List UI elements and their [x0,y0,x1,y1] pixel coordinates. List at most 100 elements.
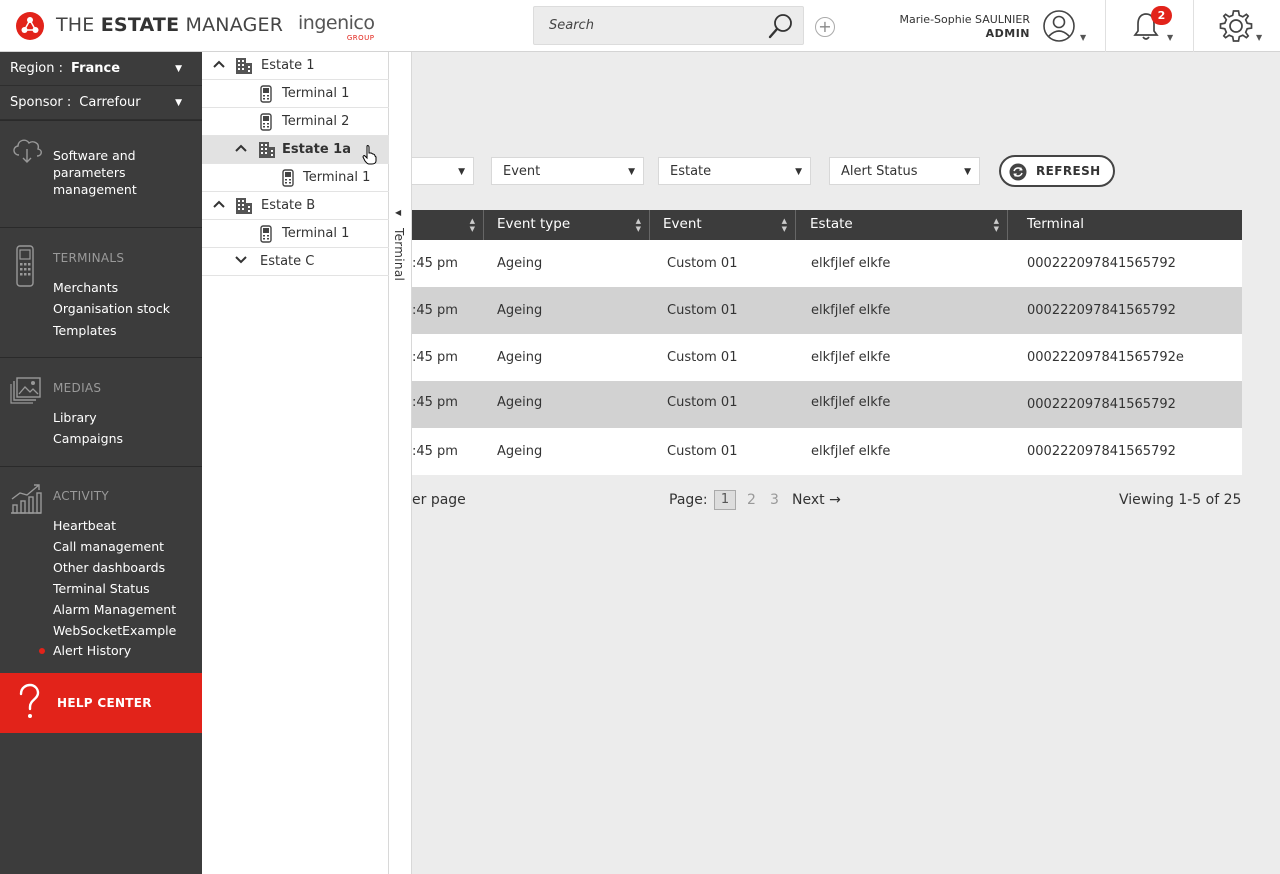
cell-time: :45 pm [412,256,458,271]
viewing-range-text: Viewing 1-5 of 25 [1119,492,1242,508]
search-box [533,6,804,45]
table-row[interactable]: :45 pm Ageing Custom 01 elkfjlef elkfe 0… [412,428,1242,475]
collapse-panel-arrow-icon[interactable]: ◀ [395,208,401,217]
collapse-chevron-icon[interactable] [213,198,225,213]
cell-event-type: Ageing [497,303,543,318]
expand-chevron-icon[interactable] [235,254,247,269]
user-role: ADMIN [985,27,1030,40]
collapse-chevron-icon[interactable] [213,58,225,73]
tree-node-estate[interactable]: Estate C [202,248,389,276]
tree-node-terminal[interactable]: Terminal 2 [202,108,389,136]
nav-software-line1[interactable]: Software and [53,148,136,163]
sponsor-selector[interactable]: Sponsor : Carrefour ▼ [0,86,202,120]
user-name: Marie-Sophie SAULNIER [899,13,1031,26]
refresh-button[interactable]: REFRESH [999,155,1115,187]
nav-organisation-stock[interactable]: Organisation stock [53,301,170,316]
settings-caret-icon[interactable]: ▼ [1256,33,1262,42]
page-2-button[interactable]: 2 [747,492,756,508]
collapse-chevron-icon[interactable] [235,142,247,157]
cell-terminal: 000222097841565792 [1027,303,1176,318]
nav-websocket-example[interactable]: WebSocketExample [53,623,176,638]
nav-heartbeat[interactable]: Heartbeat [53,518,116,533]
nav-merchants[interactable]: Merchants [53,280,118,295]
table-row[interactable]: :45 pm Ageing Custom 01 elkfjlef elkfe 0… [412,334,1242,381]
header-divider [1105,0,1106,52]
nav-templates[interactable]: Templates [53,323,117,338]
sort-icon[interactable]: ▲ ▼ [470,217,475,233]
column-header-label: Event type [497,216,571,232]
region-label: Region : [10,61,64,76]
tree-node-terminal[interactable]: Terminal 1 [202,164,389,192]
nav-other-dashboards[interactable]: Other dashboards [53,560,165,575]
add-button[interactable]: + [815,17,835,37]
page-label: Page: [669,492,708,508]
estate-tree-panel: Estate 1 Terminal 1 Terminal 2 Estate 1a… [202,52,389,874]
column-header-event-type[interactable]: Event type ▲ ▼ [484,210,650,240]
nav-call-management[interactable]: Call management [53,539,164,554]
table-row[interactable]: :45 pm Ageing Custom 01 elkfjlef elkfe 0… [412,240,1242,287]
sort-icon[interactable]: ▲ ▼ [636,217,641,233]
building-icon [236,198,252,214]
cell-event-type: Ageing [497,444,543,459]
tree-node-terminal[interactable]: Terminal 1 [202,220,389,248]
tree-node-terminal[interactable]: Terminal 1 [202,80,389,108]
sort-icon[interactable]: ▲ ▼ [782,217,787,233]
tree-node-estate[interactable]: Estate 1 [202,52,389,80]
terminal-icon [260,225,272,243]
column-header-label: Terminal [1027,216,1085,232]
cell-terminal: 000222097841565792 [1027,256,1176,271]
top-header: THE ESTATE MANAGER ingenico GROUP + Mari… [0,0,1280,52]
estate-manager-logo-icon[interactable] [15,11,45,41]
estate-filter-dropdown[interactable]: Estate ▼ [658,157,811,185]
nav-software-line3[interactable]: management [53,182,137,197]
user-avatar-icon[interactable] [1042,9,1076,43]
page-1-button[interactable]: 1 [714,490,736,510]
tree-node-estate-selected[interactable]: Estate 1a [202,136,389,165]
estate-filter-label: Estate [670,164,712,179]
help-center-button[interactable]: HELP CENTER [0,673,202,733]
terminal-icon [282,169,294,187]
column-header-time[interactable]: ▲ ▼ [412,210,484,240]
cell-terminal: 000222097841565792e [1027,350,1184,365]
section-terminals: TERMINALS Merchants Organisation stock T… [0,227,202,357]
table-row[interactable]: :45 pm Ageing Custom 01 elkfjlef elkfe 0… [412,381,1242,428]
table-row[interactable]: :45 pm Ageing Custom 01 elkfjlef elkfe 0… [412,287,1242,334]
event-filter-dropdown[interactable]: Event ▼ [491,157,644,185]
terminal-device-icon [16,245,34,287]
nav-library[interactable]: Library [53,410,97,425]
region-dropdown-icon[interactable]: ▼ [175,64,182,74]
notification-badge: 2 [1151,6,1172,25]
alert-status-filter-dropdown[interactable]: Alert Status ▼ [829,157,980,185]
column-header-terminal[interactable]: Terminal [1008,210,1242,240]
user-menu-caret-icon[interactable]: ▼ [1080,33,1086,42]
cell-event: Custom 01 [667,350,738,365]
tree-node-estate[interactable]: Estate B [202,192,389,220]
nav-alert-history[interactable]: Alert History [53,643,131,658]
cell-event: Custom 01 [667,256,738,271]
next-page-button[interactable]: Next → [792,492,841,508]
notification-caret-icon[interactable]: ▼ [1167,33,1173,42]
column-header-estate[interactable]: Estate ▲ ▼ [796,210,1008,240]
column-header-event[interactable]: Event ▲ ▼ [650,210,796,240]
partner-logo: ingenico GROUP [298,12,375,42]
nav-software-line2[interactable]: parameters [53,165,126,180]
sponsor-dropdown-icon[interactable]: ▼ [175,98,182,108]
user-info[interactable]: Marie-Sophie SAULNIER ADMIN [900,13,1031,40]
cell-time: :45 pm [412,303,458,318]
region-selector[interactable]: Region : France ▼ [0,52,202,86]
cell-estate: elkfjlef elkfe [811,444,891,459]
search-icon[interactable] [767,12,795,40]
settings-gear-icon[interactable] [1218,8,1254,44]
search-input[interactable] [534,7,754,44]
nav-campaigns[interactable]: Campaigns [53,431,123,446]
page-3-button[interactable]: 3 [770,492,779,508]
nav-alarm-management[interactable]: Alarm Management [53,602,176,617]
per-page-selector[interactable]: er page [412,492,466,508]
nav-terminal-status[interactable]: Terminal Status [53,581,150,596]
alert-table-header: ▲ ▼ Event type ▲ ▼ Event ▲ ▼ Estate ▲ ▼ Term… [412,210,1242,240]
sort-icon[interactable]: ▲ ▼ [994,217,999,233]
sidebar: Region : France ▼ Sponsor : Carrefour ▼ … [0,52,202,874]
filter-dropdown-partial[interactable]: ▼ [412,157,474,185]
terminal-panel-tab[interactable]: ◀ Terminal [389,52,412,874]
section-medias: MEDIAS Library Campaigns [0,357,202,466]
